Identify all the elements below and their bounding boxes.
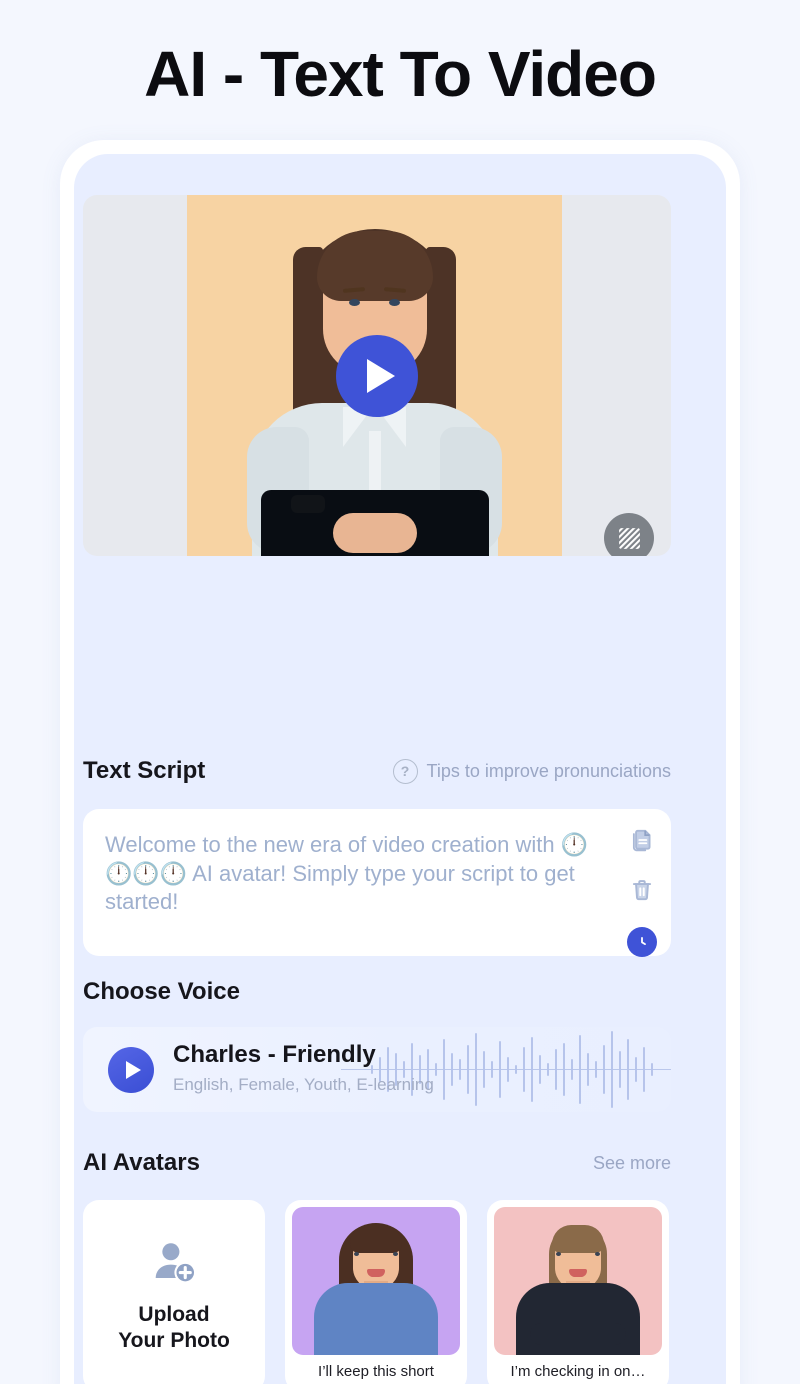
voice-meta: English, Female, Youth, E-learning [173, 1075, 434, 1094]
tips-label: Tips to improve pronunciations [426, 760, 671, 781]
script-placeholder: Welcome to the new era of video creation… [105, 832, 589, 915]
video-preview-stage[interactable] [83, 195, 671, 556]
avatar-eye-left [354, 1252, 359, 1256]
copy-paste-button[interactable] [629, 827, 655, 858]
upload-photo-label: Upload Your Photo [118, 1302, 230, 1353]
avatar-crossed-arms [530, 1323, 626, 1345]
avatar-eye-left [349, 299, 360, 306]
voice-waveform [341, 1031, 671, 1108]
avatar-thumbnail-wrap [285, 1200, 467, 1355]
avatar-card[interactable]: I’ll keep this short [285, 1200, 467, 1384]
script-history-button[interactable] [627, 927, 657, 957]
voice-preview-button[interactable] [108, 1046, 154, 1093]
tips-link[interactable]: ? Tips to improve pronunciations [392, 758, 671, 784]
avatar-thumbnail [494, 1207, 662, 1355]
avatar-outfit [314, 1283, 438, 1355]
phone-frame: Text Script ? Tips to improve pronunciat… [60, 140, 740, 1384]
choose-voice-header: Choose Voice [83, 978, 671, 1006]
play-button[interactable] [336, 334, 418, 417]
upload-photo-label-line1: Upload [138, 1303, 210, 1327]
text-script-header: Text Script ? Tips to improve pronunciat… [83, 757, 671, 785]
script-action-icons [627, 827, 657, 957]
copy-paste-icon [632, 829, 651, 852]
avatar-smile [569, 1269, 587, 1277]
avatar-eye-right [595, 1252, 600, 1256]
stage-tool-list [604, 513, 654, 556]
avatar-hands [332, 513, 417, 553]
avatar-eye-right [389, 299, 400, 306]
avatar-caption: I’m checking in on… [510, 1363, 646, 1380]
avatar-fringe [350, 1225, 402, 1253]
choose-voice-title: Choose Voice [83, 978, 240, 1005]
app-screen: AI - Text To Video Text Script ? Tips to… [0, 0, 800, 1384]
avatar-smile [367, 1269, 385, 1277]
voice-card[interactable]: Charles - Friendly English, Female, Yout… [83, 1027, 671, 1112]
avatar-wristwatch [291, 495, 325, 513]
script-input-box[interactable]: Welcome to the new era of video creation… [83, 809, 671, 957]
upload-photo-card[interactable]: Upload Your Photo [83, 1200, 265, 1384]
see-more-link[interactable]: See more [593, 1153, 671, 1174]
avatar-thumbnail-wrap [487, 1200, 669, 1355]
clear-script-button[interactable] [629, 877, 655, 908]
avatar-fringe [552, 1225, 604, 1253]
voice-name: Charles - Friendly [173, 1041, 376, 1068]
question-circle-icon: ? [392, 758, 418, 784]
ai-avatars-header: AI Avatars See more [83, 1149, 671, 1177]
add-person-icon [155, 1243, 197, 1284]
avatar-thumbnail [292, 1207, 460, 1355]
upload-photo-label-line2: Your Photo [118, 1329, 230, 1352]
page-title: AI - Text To Video [144, 38, 657, 110]
trash-icon [632, 880, 652, 901]
avatar-eye-left [556, 1252, 561, 1256]
history-clock-icon [641, 936, 646, 945]
avatar-eye-right [393, 1252, 398, 1256]
avatar-card[interactable]: I’m checking in on… [487, 1200, 669, 1384]
play-triangle-icon [125, 1060, 141, 1079]
avatar-hair-front [316, 231, 433, 301]
avatar-caption: I’ll keep this short [318, 1363, 434, 1380]
phone-screen: Text Script ? Tips to improve pronunciat… [74, 154, 726, 1384]
hatch-pattern-icon [618, 527, 640, 549]
avatar-carousel[interactable]: Upload Your Photo I’ll keep this short I… [83, 1200, 698, 1384]
background-style-button[interactable] [604, 513, 654, 556]
text-script-title: Text Script [83, 757, 206, 784]
play-triangle-icon [366, 358, 395, 393]
ai-avatars-title: AI Avatars [83, 1149, 200, 1176]
